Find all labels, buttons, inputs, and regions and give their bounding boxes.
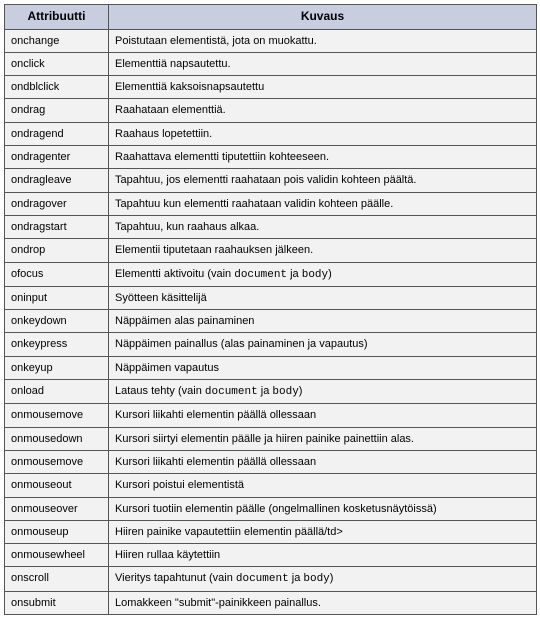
table-row: onscrollVieritys tapahtunut (vain docume…	[5, 567, 537, 591]
desc-cell: Elementti aktivoitu (vain document ja bo…	[109, 262, 537, 286]
desc-cell: Raahattava elementti tiputettiin kohtees…	[109, 146, 537, 169]
attr-cell: onmousedown	[5, 427, 109, 450]
table-row: onkeypressNäppäimen painallus (alas pain…	[5, 333, 537, 356]
desc-cell: Hiiren painike vapautettiin elementin pä…	[109, 520, 537, 543]
table-row: onmouseupHiiren painike vapautettiin ele…	[5, 520, 537, 543]
attr-cell: onload	[5, 380, 109, 404]
table-row: onmouseoutKursori poistui elementistä	[5, 474, 537, 497]
table-row: ondragenterRaahattava elementti tiputett…	[5, 146, 537, 169]
desc-cell: Raahataan elementtiä.	[109, 99, 537, 122]
table-row: ondragstartTapahtuu, kun raahaus alkaa.	[5, 215, 537, 238]
desc-cell: Kursori liikahti elementin päällä olless…	[109, 404, 537, 427]
desc-cell: Tapahtuu kun elementti raahataan validin…	[109, 192, 537, 215]
table-row: onchangePoistutaan elementistä, jota on …	[5, 29, 537, 52]
attr-cell: ondragover	[5, 192, 109, 215]
attr-cell: onscroll	[5, 567, 109, 591]
desc-cell: Näppäimen vapautus	[109, 356, 537, 379]
attr-cell: ondragstart	[5, 215, 109, 238]
attr-cell: ofocus	[5, 262, 109, 286]
attr-cell: onmousemove	[5, 404, 109, 427]
header-desc: Kuvaus	[109, 5, 537, 30]
table-row: onsubmitLomakkeen "submit"-painikkeen pa…	[5, 591, 537, 614]
table-row: ondragRaahataan elementtiä.	[5, 99, 537, 122]
table-row: onclickElementtiä napsautettu.	[5, 52, 537, 75]
attr-cell: ondrag	[5, 99, 109, 122]
attr-cell: ondragenter	[5, 146, 109, 169]
attr-cell: onsubmit	[5, 591, 109, 614]
table-row: onkeyupNäppäimen vapautus	[5, 356, 537, 379]
desc-cell: Hiiren rullaa käytettiin	[109, 544, 537, 567]
desc-cell: Kursori siirtyi elementin päälle ja hiir…	[109, 427, 537, 450]
code-fragment: document	[205, 386, 258, 398]
desc-cell: Elementtiä kaksoisnapsautettu	[109, 76, 537, 99]
header-row: Attribuutti Kuvaus	[5, 5, 537, 30]
attr-cell: onkeyup	[5, 356, 109, 379]
code-fragment: document	[234, 269, 287, 281]
table-row: onmouseoverKursori tuotiin elementin pää…	[5, 497, 537, 520]
code-fragment: body	[302, 269, 328, 281]
desc-cell: Näppäimen alas painaminen	[109, 310, 537, 333]
attr-cell: oninput	[5, 286, 109, 309]
desc-cell: Lataus tehty (vain document ja body)	[109, 380, 537, 404]
table-row: onmousemoveKursori liikahti elementin pä…	[5, 404, 537, 427]
code-fragment: document	[236, 573, 289, 585]
attr-cell: onchange	[5, 29, 109, 52]
table-row: ofocusElementti aktivoitu (vain document…	[5, 262, 537, 286]
attr-cell: onclick	[5, 52, 109, 75]
attributes-table: Attribuutti Kuvaus onchangePoistutaan el…	[4, 4, 537, 615]
table-row: onloadLataus tehty (vain document ja bod…	[5, 380, 537, 404]
desc-cell: Vieritys tapahtunut (vain document ja bo…	[109, 567, 537, 591]
attr-cell: ondragend	[5, 122, 109, 145]
attr-cell: onmouseover	[5, 497, 109, 520]
table-row: ondragleaveTapahtuu, jos elementti raaha…	[5, 169, 537, 192]
attr-cell: onmousewheel	[5, 544, 109, 567]
table-row: onmousedownKursori siirtyi elementin pää…	[5, 427, 537, 450]
table-row: ondropElementii tiputetaan raahauksen jä…	[5, 239, 537, 262]
attr-cell: ondblclick	[5, 76, 109, 99]
attr-cell: ondragleave	[5, 169, 109, 192]
table-row: oninputSyötteen käsittelijä	[5, 286, 537, 309]
attr-cell: onmouseup	[5, 520, 109, 543]
desc-cell: Lomakkeen "submit"-painikkeen painallus.	[109, 591, 537, 614]
table-row: onkeydownNäppäimen alas painaminen	[5, 310, 537, 333]
header-attr: Attribuutti	[5, 5, 109, 30]
desc-cell: Tapahtuu, kun raahaus alkaa.	[109, 215, 537, 238]
table-row: ondblclickElementtiä kaksoisnapsautettu	[5, 76, 537, 99]
attr-cell: onkeydown	[5, 310, 109, 333]
desc-cell: Elementtiä napsautettu.	[109, 52, 537, 75]
desc-cell: Kursori tuotiin elementin päälle (ongelm…	[109, 497, 537, 520]
attr-cell: ondrop	[5, 239, 109, 262]
desc-cell: Poistutaan elementistä, jota on muokattu…	[109, 29, 537, 52]
attr-cell: onkeypress	[5, 333, 109, 356]
table-row: ondragoverTapahtuu kun elementti raahata…	[5, 192, 537, 215]
attr-cell: onmousemove	[5, 450, 109, 473]
code-fragment: body	[303, 573, 329, 585]
code-fragment: body	[272, 386, 298, 398]
table-row: onmousewheelHiiren rullaa käytettiin	[5, 544, 537, 567]
desc-cell: Elementii tiputetaan raahauksen jälkeen.	[109, 239, 537, 262]
desc-cell: Näppäimen painallus (alas painaminen ja …	[109, 333, 537, 356]
desc-cell: Kursori poistui elementistä	[109, 474, 537, 497]
desc-cell: Kursori liikahti elementin päällä olless…	[109, 450, 537, 473]
desc-cell: Tapahtuu, jos elementti raahataan pois v…	[109, 169, 537, 192]
desc-cell: Syötteen käsittelijä	[109, 286, 537, 309]
table-row: onmousemoveKursori liikahti elementin pä…	[5, 450, 537, 473]
desc-cell: Raahaus lopetettiin.	[109, 122, 537, 145]
table-row: ondragendRaahaus lopetettiin.	[5, 122, 537, 145]
attr-cell: onmouseout	[5, 474, 109, 497]
